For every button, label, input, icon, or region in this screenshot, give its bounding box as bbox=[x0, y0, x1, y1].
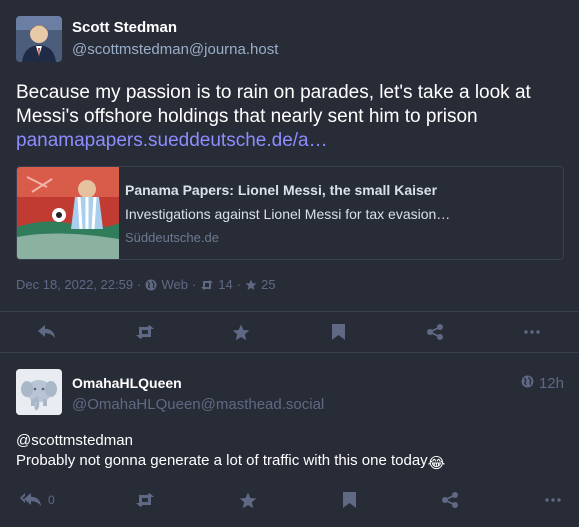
bookmark-icon bbox=[332, 324, 345, 340]
card-description: Investigations against Lionel Messi for … bbox=[125, 206, 451, 222]
share-icon bbox=[427, 324, 443, 340]
meta-separator: · bbox=[236, 277, 242, 292]
share-button[interactable] bbox=[442, 480, 458, 520]
action-bar bbox=[0, 312, 579, 352]
boost-button[interactable] bbox=[135, 312, 155, 352]
star-icon bbox=[245, 279, 257, 291]
boost-icon bbox=[135, 493, 155, 507]
favourite-icon bbox=[232, 324, 250, 341]
favourite-button[interactable] bbox=[232, 312, 250, 352]
reply-button[interactable]: 0 bbox=[20, 480, 55, 520]
status-reply: OmahaHLQueen @OmahaHLQueen@masthead.soci… bbox=[0, 353, 579, 527]
mention-link[interactable]: @scottmstedman bbox=[16, 432, 133, 449]
globe-icon bbox=[521, 375, 534, 392]
globe-icon bbox=[145, 279, 157, 291]
reply-button[interactable] bbox=[38, 312, 56, 352]
bookmark-button[interactable] bbox=[332, 312, 345, 352]
boost-count: 14 bbox=[218, 277, 233, 292]
link-preview-card[interactable]: Panama Papers: Lionel Messi, the small K… bbox=[16, 166, 564, 260]
meta-separator: · bbox=[137, 277, 142, 292]
more-button[interactable] bbox=[545, 480, 561, 520]
reply-count: 0 bbox=[48, 493, 55, 507]
more-icon bbox=[524, 330, 540, 334]
timestamp[interactable]: Dec 18, 2022, 22:59 bbox=[16, 277, 133, 292]
card-title: Panama Papers: Lionel Messi, the small K… bbox=[125, 182, 438, 198]
card-host: Süddeutsche.de bbox=[125, 230, 219, 245]
bookmark-button[interactable] bbox=[343, 480, 356, 520]
avatar[interactable] bbox=[16, 16, 62, 62]
card-thumbnail bbox=[17, 167, 119, 259]
status-text: Probably not gonna generate a lot of tra… bbox=[16, 452, 428, 469]
relative-time: 12h bbox=[538, 375, 564, 392]
display-name[interactable]: Scott Stedman bbox=[72, 19, 177, 36]
status-content: Because my passion is to rain on parades… bbox=[16, 81, 564, 153]
boost-button[interactable] bbox=[135, 480, 155, 520]
favourite-icon bbox=[239, 492, 257, 509]
share-button[interactable] bbox=[427, 312, 443, 352]
share-icon bbox=[442, 492, 458, 508]
favourite-count: 25 bbox=[261, 277, 276, 292]
more-icon bbox=[545, 498, 561, 502]
status-meta: Dec 18, 2022, 22:59 · Web · 14 · 25 bbox=[16, 277, 276, 292]
reply-icon bbox=[38, 325, 56, 339]
boost-icon bbox=[135, 325, 155, 339]
account-handle[interactable]: @scottmstedman@journa.host bbox=[72, 41, 278, 58]
account-handle[interactable]: @OmahaHLQueen@masthead.social bbox=[72, 396, 324, 413]
time-ago[interactable]: 12h bbox=[521, 375, 564, 392]
display-name[interactable]: OmahaHLQueen bbox=[72, 375, 182, 391]
bookmark-icon bbox=[343, 492, 356, 508]
status-link[interactable]: panamapapers.sueddeutsche.de/a… bbox=[16, 129, 564, 153]
meta-separator: · bbox=[191, 277, 197, 292]
laughing-emoji: 😂 bbox=[427, 455, 446, 472]
status-text: Because my passion is to rain on parades… bbox=[16, 82, 531, 127]
avatar[interactable] bbox=[16, 369, 62, 415]
favourite-button[interactable] bbox=[239, 480, 257, 520]
reply-all-icon bbox=[20, 493, 42, 507]
status-main: Scott Stedman @scottmstedman@journa.host… bbox=[0, 0, 579, 353]
status-content: @scottmstedman Probably not gonna genera… bbox=[16, 431, 564, 472]
more-button[interactable] bbox=[524, 312, 540, 352]
retweet-icon bbox=[200, 279, 214, 291]
visibility-label: Web bbox=[161, 277, 188, 292]
action-bar: 0 bbox=[0, 480, 579, 520]
